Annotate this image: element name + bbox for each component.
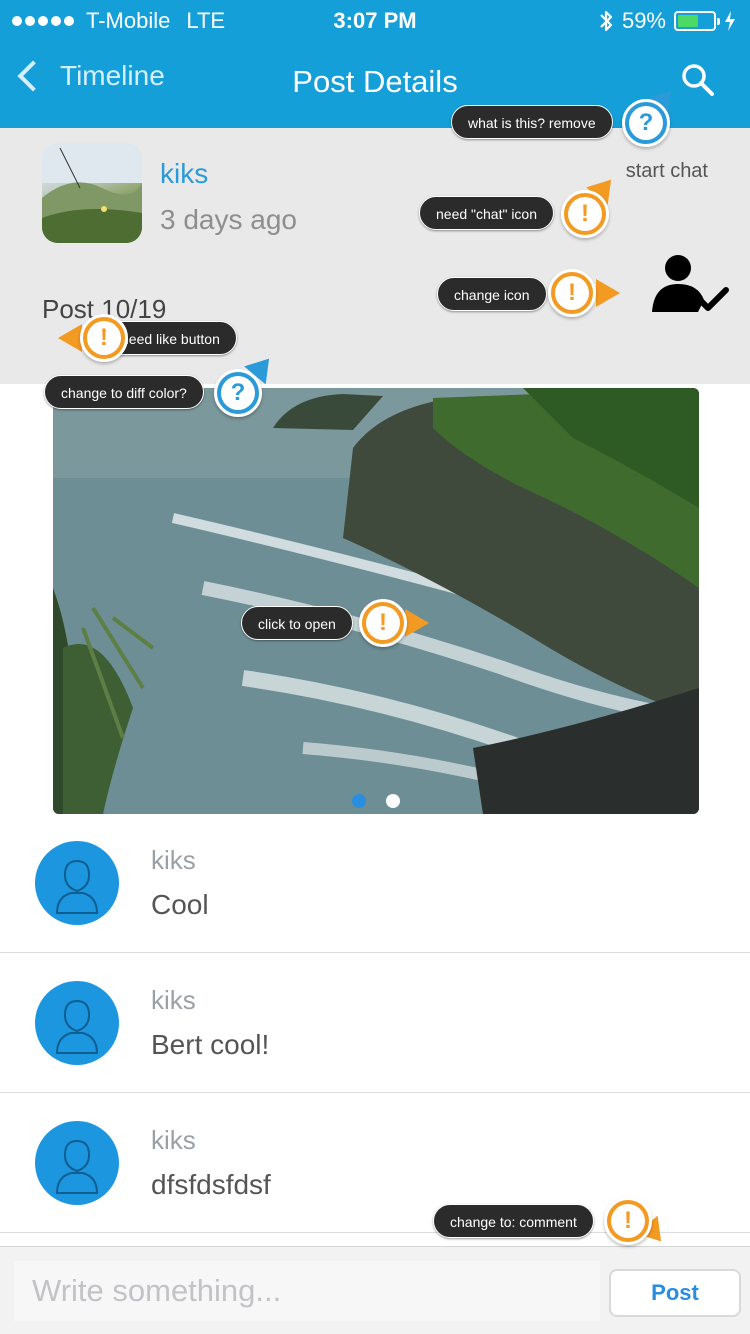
comment-item: kiks Bert cool! (0, 953, 750, 1093)
comment-avatar[interactable] (35, 1121, 119, 1205)
warning-badge-icon: ! (548, 269, 596, 317)
person-check-icon[interactable] (650, 254, 730, 314)
user-silhouette-icon (55, 859, 99, 914)
status-bar: T-Mobile LTE 3:07 PM 59% (0, 0, 750, 40)
annotation-pointer (596, 279, 620, 307)
pager-dot-active[interactable] (352, 794, 366, 808)
post-author-name[interactable]: kiks (160, 158, 208, 190)
comment-author: kiks (151, 845, 196, 875)
warning-badge-icon: ! (604, 1197, 652, 1245)
user-silhouette-icon (55, 1139, 99, 1194)
comment-list: kiks Cool kiks Bert cool! kiks dfsfdsfds… (0, 813, 750, 1233)
annotation-change-icon: change icon (437, 277, 547, 311)
annotation-comment: change to: comment (433, 1204, 594, 1238)
warning-badge-icon: ! (561, 190, 609, 238)
comment-author: kiks (151, 1125, 196, 1155)
comment-avatar[interactable] (35, 981, 119, 1065)
search-icon[interactable] (680, 62, 716, 98)
comment-text: Bert cool! (151, 1029, 270, 1060)
help-badge-icon: ? (214, 369, 262, 417)
user-silhouette-icon (55, 999, 99, 1054)
comment-avatar[interactable] (35, 841, 119, 925)
annotation-chat: need "chat" icon (419, 196, 555, 230)
comment-text: dfsfdsfdsf (151, 1169, 271, 1200)
annotation-color: change to diff color? (44, 375, 204, 409)
post-button[interactable]: Post (609, 1269, 741, 1317)
post-author-avatar[interactable] (42, 143, 142, 243)
comment-composer: Post (0, 1246, 750, 1334)
help-badge-icon: ? (622, 99, 670, 147)
bluetooth-icon (600, 10, 613, 32)
annotation-pointer (405, 609, 429, 637)
post-timestamp: 3 days ago (160, 204, 297, 235)
charging-icon (725, 11, 735, 31)
comment-input[interactable] (14, 1261, 600, 1321)
comment-text: Cool (151, 889, 209, 920)
pager-dot[interactable] (386, 794, 400, 808)
warning-badge-icon: ! (359, 599, 407, 647)
comment-item: kiks Cool (0, 813, 750, 953)
start-chat-link[interactable]: start chat (626, 160, 708, 183)
page-title: Post Details (292, 64, 458, 99)
annotation-search: what is this? remove (451, 105, 613, 139)
annotation-open: click to open (241, 606, 353, 640)
photo-pager[interactable] (53, 794, 699, 808)
battery-icon (674, 11, 720, 31)
annotation-pointer (58, 324, 82, 352)
comment-author: kiks (151, 985, 196, 1015)
warning-badge-icon: ! (80, 314, 128, 362)
battery-percent: 59% (621, 8, 666, 33)
